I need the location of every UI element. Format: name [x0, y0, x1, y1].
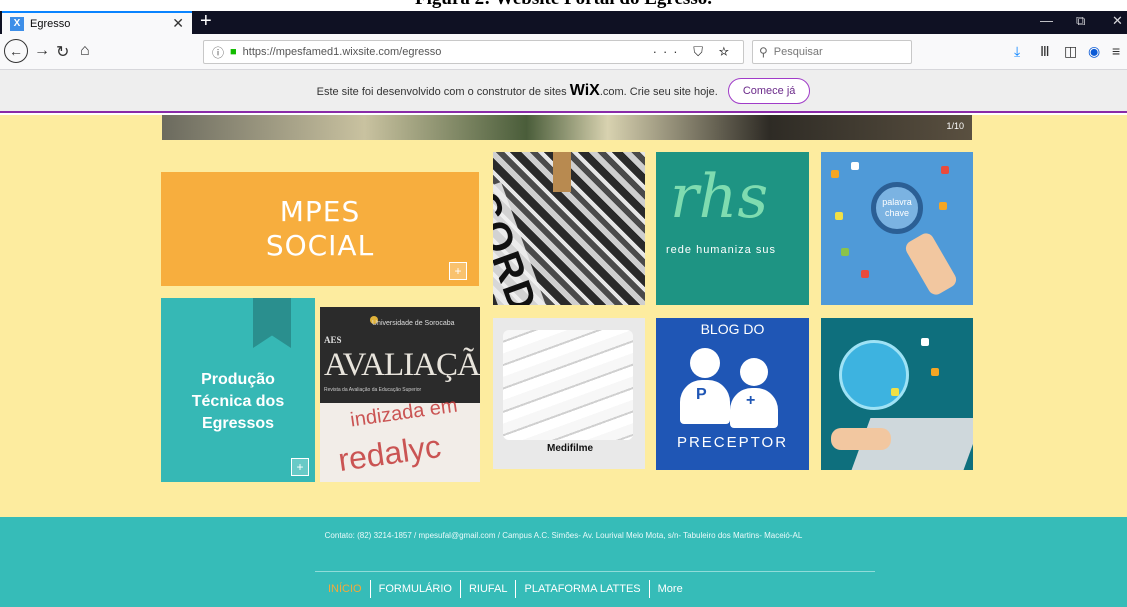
slide-counter: 1/10 [946, 121, 964, 131]
sidebar-icon[interactable]: ◫ [1064, 43, 1077, 60]
tile-palavra-chave[interactable]: palavra chave [821, 152, 973, 305]
tile-cordel[interactable]: CORDEL [493, 152, 645, 305]
typing-hands-image [831, 428, 891, 450]
nav-item-formulario[interactable]: FORMULÁRIO [371, 580, 461, 598]
nav-item-more[interactable]: More [650, 580, 691, 598]
redalyc-stamp: redalyc [335, 428, 444, 479]
tile-title-line: Egressos [201, 415, 275, 432]
tile-rede-humaniza-sus[interactable]: rhs rede humaniza sus [656, 152, 809, 305]
journal-subtitle: Revista da Avaliação da Educação Superio… [324, 387, 422, 393]
journal-title: AVALIAÇÃO [324, 347, 480, 383]
home-icon[interactable]: ⌂ [80, 42, 90, 60]
browser-toolbar: ← → ↻ ⌂ ⓘ ■ https://mpesfamed1.wixsite.c… [0, 34, 1127, 70]
download-icon[interactable]: ⤓ [1014, 43, 1020, 60]
clothespin-icon [553, 152, 571, 192]
hand-illustration [903, 230, 959, 298]
keyword-icon [851, 162, 859, 170]
close-window-icon[interactable]: ✕ [1112, 13, 1123, 29]
tile-title-line: MPES [279, 195, 361, 228]
tile-title-line: Produção [201, 371, 275, 388]
image-slider[interactable]: 1/10 [162, 115, 972, 140]
tile-producao-tecnica[interactable]: Produção Técnica dos Egressos + [161, 298, 315, 482]
address-bar[interactable]: ⓘ ■ https://mpesfamed1.wixsite.com/egres… [203, 40, 744, 64]
browser-tab[interactable]: X Egresso ✕ [2, 11, 192, 34]
site-content: 1/10 MPES SOCIAL + Produção Técnica dos … [0, 115, 1127, 517]
expand-plus-icon[interactable]: + [449, 262, 467, 280]
search-placeholder: Pesquisar [773, 46, 823, 58]
info-icon[interactable]: ⓘ [212, 44, 224, 61]
wix-favicon-icon: X [10, 16, 24, 31]
globe-icon [839, 340, 909, 410]
tile-avaliacao-journal[interactable]: Universidade de Sorocaba AES AVALIAÇÃO R… [320, 307, 480, 482]
person-head-icon [740, 358, 768, 386]
person-head-icon [690, 348, 720, 378]
search-icon: ⚲ [759, 45, 768, 59]
wix-banner-text: Este site foi desenvolvido com o constru… [316, 81, 718, 99]
wix-promo-banner: Este site foi desenvolvido com o constru… [0, 70, 1127, 113]
preceptor-p-letter: P [696, 386, 707, 403]
gift-icon [841, 248, 849, 256]
close-tab-icon[interactable]: ✕ [172, 15, 184, 32]
footer-contact: Contato: (82) 3214-1857 / mpesufal@gmail… [324, 531, 803, 540]
page-actions-icons[interactable]: ··· ⛉ ☆ [653, 44, 735, 60]
medifilme-label: Medifilme [547, 443, 594, 454]
cordel-title: CORDEL [493, 182, 566, 305]
browser-tab-strip: X Egresso ✕ + — ⧉ ✕ [0, 10, 1127, 34]
lock-icon: ■ [230, 46, 237, 58]
footer-nav: INÍCIO FORMULÁRIO RIUFAL PLATAFORMA LATT… [320, 580, 691, 598]
journal-university: Universidade de Sorocaba [372, 320, 455, 327]
rhs-subtitle: rede humaniza sus [666, 244, 776, 256]
keyword-icon [831, 170, 839, 178]
tile-mpes-social[interactable]: MPES SOCIAL + [161, 172, 479, 286]
back-arrow-icon[interactable]: ← [4, 39, 28, 63]
tab-title: Egresso [30, 17, 71, 30]
figure-caption: Figura 2: Website Portal do Egresso. [0, 0, 1127, 10]
plus-cross-icon: + [746, 392, 756, 409]
site-footer: Contato: (82) 3214-1857 / mpesufal@gmail… [0, 517, 1127, 607]
new-tab-button[interactable]: + [200, 10, 212, 33]
minimize-icon[interactable]: — [1040, 13, 1053, 28]
email-icon [891, 388, 899, 396]
lens-text: palavra [882, 197, 912, 207]
tile-medifilme[interactable]: Medifilme [493, 318, 645, 469]
blog-title-top: BLOG DO [700, 321, 765, 337]
keyword-icon [939, 202, 947, 210]
library-icon[interactable]: Ⅲ [1040, 43, 1050, 60]
lens-text: chave [884, 208, 910, 218]
rhs-logo: rhs [670, 162, 769, 232]
magnifier-icon: palavra chave [871, 182, 923, 234]
reload-icon[interactable]: ↻ [56, 42, 69, 62]
url-text[interactable]: https://mpesfamed1.wixsite.com/egresso [243, 46, 442, 58]
tile-title-line: Técnica dos [191, 393, 285, 410]
calendar-icon [941, 166, 949, 174]
menu-icon[interactable]: ≡ [1112, 43, 1120, 59]
nav-item-inicio[interactable]: INÍCIO [320, 580, 371, 598]
network-icon [921, 338, 929, 346]
journal-prefix: AES [324, 335, 342, 345]
nav-item-plataforma-lattes[interactable]: PLATAFORMA LATTES [516, 580, 650, 598]
film-roll-image [503, 330, 633, 440]
tile-information-technology[interactable] [821, 318, 973, 470]
forward-arrow-icon[interactable]: → [34, 42, 50, 60]
search-input[interactable]: ⚲ Pesquisar [752, 40, 912, 64]
account-icon[interactable]: ◉ [1088, 43, 1100, 60]
footer-divider [315, 571, 875, 572]
play-icon [861, 270, 869, 278]
nav-item-riufal[interactable]: RIUFAL [461, 580, 517, 598]
tile-title-line: SOCIAL [265, 229, 375, 262]
blog-title-bottom: PRECEPTOR [676, 434, 789, 451]
tile-blog-do-preceptor[interactable]: BLOG DO P + PRECEPTOR [656, 318, 809, 470]
start-now-button[interactable]: Comece já [727, 77, 811, 104]
restore-icon[interactable]: ⧉ [1076, 13, 1085, 29]
wix-logo: WiX [569, 81, 600, 99]
expand-plus-icon[interactable]: + [291, 458, 309, 476]
gear-icon [931, 368, 939, 376]
bookmark-icon [253, 298, 291, 348]
keyword-icon [835, 212, 843, 220]
